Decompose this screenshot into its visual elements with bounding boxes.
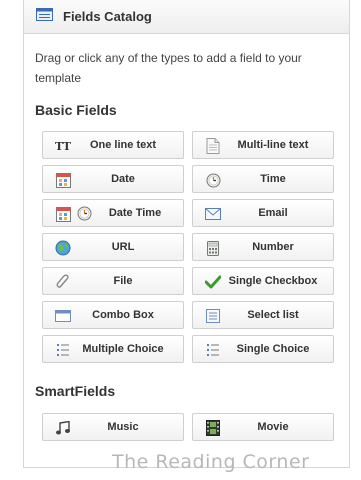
field-one-line-text[interactable]: TT One line text [42,131,184,159]
calculator-icon [205,240,221,256]
document-icon [205,138,221,154]
field-file[interactable]: File [42,267,184,295]
globe-icon [55,240,71,256]
bullet-list-icon [55,342,71,358]
clock-icon [77,206,93,222]
field-multiple-choice[interactable]: Multiple Choice [42,335,184,363]
calendar-icon [55,206,71,222]
field-single-checkbox[interactable]: Single Checkbox [192,267,334,295]
field-date[interactable]: Date [42,165,184,193]
field-time[interactable]: Time [192,165,334,193]
calendar-icon [55,172,71,188]
field-movie[interactable]: Movie [192,413,334,441]
paperclip-icon [55,274,71,290]
fields-catalog-panel: Fields Catalog Drag or click any of the … [23,0,350,468]
field-multi-line-text[interactable]: Multi-line text [192,131,334,159]
smart-fields-heading: SmartFields [35,383,116,399]
panel-title: Fields Catalog [63,9,152,24]
basic-fields-heading: Basic Fields [35,102,117,118]
list-box-icon [205,308,221,324]
field-email[interactable]: Email [192,199,334,227]
music-note-icon [55,420,71,436]
field-combo-box[interactable]: Combo Box [42,301,184,329]
panel-header: Fields Catalog [24,0,349,34]
field-single-choice[interactable]: Single Choice [192,335,334,363]
field-select-list[interactable]: Select list [192,301,334,329]
watermark-text: The Reading Corner [112,451,310,473]
envelope-icon [205,206,221,222]
tt-text-icon: TT [55,139,71,153]
catalog-icon [36,7,53,26]
smart-fields-grid: Music Movie [42,413,349,441]
panel-description: Drag or click any of the types to add a … [35,51,302,85]
field-date-time[interactable]: Date Time [42,199,184,227]
basic-fields-grid: TT One line text Multi-line text Date Ti… [42,131,349,363]
clock-icon [205,172,221,188]
field-number[interactable]: Number [192,233,334,261]
field-music[interactable]: Music [42,413,184,441]
checkmark-icon [205,274,221,290]
field-url[interactable]: URL [42,233,184,261]
combo-box-icon [55,308,71,324]
bullet-list-icon [205,342,221,358]
film-strip-icon [205,420,221,436]
